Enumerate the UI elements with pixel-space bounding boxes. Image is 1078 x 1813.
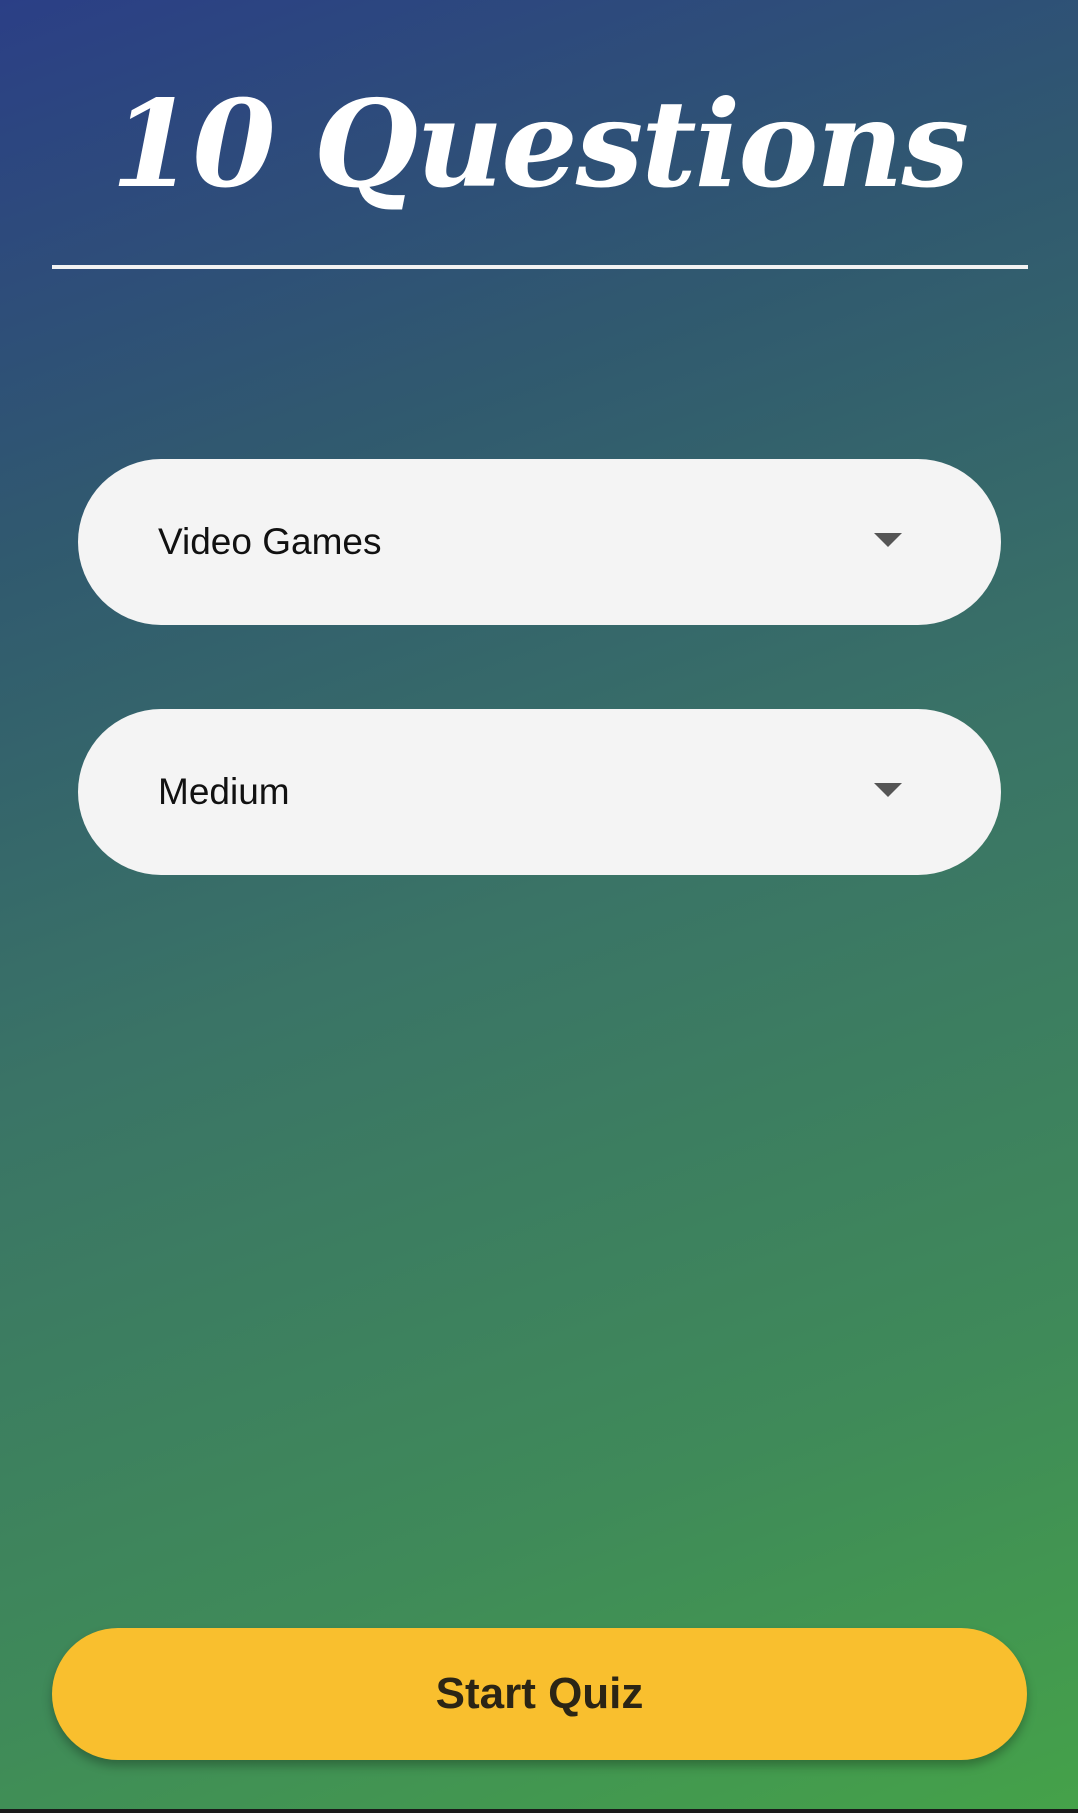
chevron-down-icon [874, 783, 902, 797]
category-selected-value: Video Games [158, 521, 382, 562]
navigation-bar-edge [0, 1809, 1078, 1813]
start-quiz-button[interactable]: Start Quiz [52, 1628, 1027, 1760]
difficulty-dropdown[interactable]: Medium [78, 709, 1001, 875]
difficulty-selected-value: Medium [158, 771, 290, 812]
category-dropdown[interactable]: Video Games [78, 459, 1001, 625]
title-divider [52, 265, 1028, 269]
page-title: 10 Questions [110, 74, 969, 215]
quiz-setup-screen: 10 Questions Video Games Medium Start Qu… [0, 0, 1078, 1813]
chevron-down-icon [874, 533, 902, 547]
